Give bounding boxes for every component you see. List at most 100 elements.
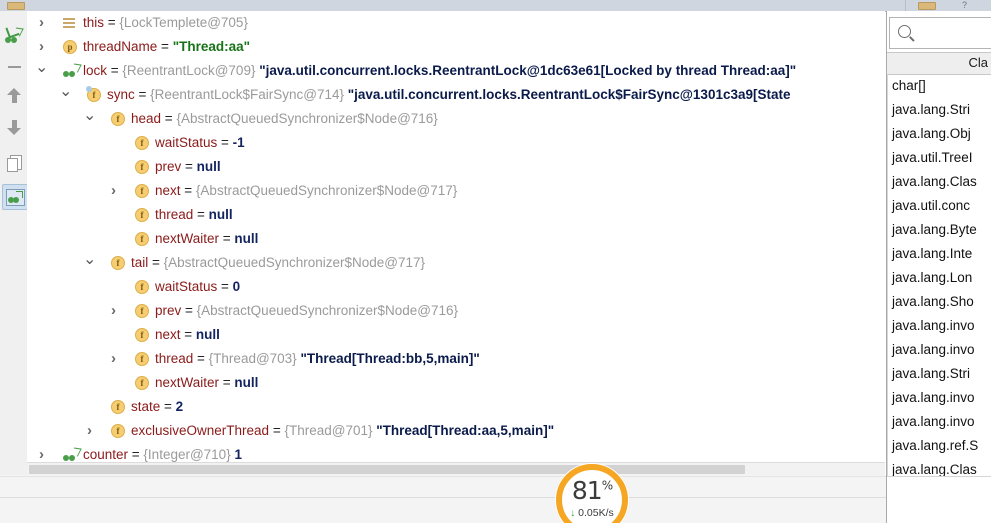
tree-row-text: waitStatus = 0	[155, 275, 240, 299]
class-list-panel: Cla char[] java.lang.Stri java.lang.Obj jav…	[886, 11, 991, 523]
equals-sign: =	[157, 39, 173, 54]
variable-ref: {ReentrantLock@709}	[122, 63, 256, 78]
chevron-right-icon[interactable]: ›	[35, 443, 48, 462]
field-icon: f	[135, 160, 149, 174]
tree-row[interactable]: › f prev = {AbstractQueuedSynchronizer$Nod…	[27, 299, 885, 323]
move-down-button[interactable]	[2, 115, 26, 139]
copy-button[interactable]	[2, 151, 26, 175]
tree-row[interactable]: ⌄ f head = {AbstractQueuedSynchronizer$Nod…	[27, 107, 885, 131]
panel-divider	[905, 0, 906, 11]
tree-row[interactable]: f thread = null	[27, 203, 885, 227]
field-icon: f	[111, 400, 125, 414]
variable-ref: {Thread@703}	[208, 351, 297, 366]
chevron-right-icon[interactable]: ›	[107, 179, 120, 203]
chevron-down-icon[interactable]: ⌄	[59, 83, 72, 107]
equals-sign: =	[219, 375, 235, 390]
variables-tree[interactable]: › this = {LockTemplete@705} › p threadName =…	[27, 11, 885, 462]
chevron-down-icon[interactable]: ⌄	[83, 107, 96, 131]
tree-scrollbar-thumb[interactable]	[29, 465, 745, 474]
tree-row[interactable]: › f thread = {Thread@703} "Thread[Thread:b…	[27, 347, 885, 371]
tree-row[interactable]: ⌄ f tail = {AbstractQueuedSynchronizer$Nod…	[27, 251, 885, 275]
equals-sign: =	[104, 15, 120, 30]
search-field[interactable]	[889, 17, 991, 49]
field-icon: f	[86, 86, 101, 102]
search-input[interactable]	[916, 23, 990, 40]
tree-row[interactable]: f waitStatus = 0	[27, 275, 885, 299]
bottom-filler	[0, 475, 991, 523]
remove-watch-button[interactable]	[2, 55, 26, 79]
tab-chip-right-icon	[918, 2, 936, 10]
tree-row[interactable]: f nextWaiter = null	[27, 371, 885, 395]
tree-row-text: nextWaiter = null	[155, 227, 258, 251]
tree-row[interactable]: › f next = {AbstractQueuedSynchronizer$Nod…	[27, 179, 885, 203]
chevron-down-icon[interactable]: ⌄	[35, 59, 48, 83]
class-list-item[interactable]: java.util.conc	[887, 194, 991, 218]
variable-value: "Thread:aa"	[172, 39, 251, 54]
class-list-item[interactable]: java.lang.invo	[887, 386, 991, 410]
tree-row[interactable]: f prev = null	[27, 155, 885, 179]
tree-row[interactable]: f waitStatus = -1	[27, 131, 885, 155]
tree-row[interactable]: ⌄ f sync = {ReentrantLock$FairSync@714} "j…	[27, 83, 885, 107]
tree-row-text: lock = {ReentrantLock@709} "java.util.co…	[83, 59, 796, 83]
variable-ref: {AbstractQueuedSynchronizer$Node@716}	[196, 303, 459, 318]
variable-name: nextWaiter	[155, 231, 220, 246]
equals-sign: =	[148, 255, 164, 270]
chevron-right-icon[interactable]: ›	[35, 35, 48, 59]
variable-name: thread	[155, 351, 194, 366]
cpu-percent-symbol: %	[601, 478, 613, 493]
variable-name: head	[131, 111, 162, 126]
tree-row[interactable]: f next = null	[27, 323, 885, 347]
class-list-item[interactable]: java.lang.ref.S	[887, 434, 991, 458]
variable-name: next	[155, 183, 181, 198]
copy-icon	[7, 155, 22, 172]
class-column-header[interactable]: Cla	[887, 52, 991, 75]
class-list-item[interactable]: java.lang.Stri	[887, 362, 991, 386]
tree-row[interactable]: › counter = {Integer@710} 1	[27, 443, 885, 462]
class-list-item[interactable]: java.util.TreeI	[887, 146, 991, 170]
class-list-item[interactable]: java.lang.Obj	[887, 122, 991, 146]
tree-row[interactable]: f nextWaiter = null	[27, 227, 885, 251]
field-icon: f	[135, 184, 149, 198]
tree-row-text: exclusiveOwnerThread = {Thread@701} "Thr…	[131, 419, 554, 443]
parameter-icon: p	[63, 40, 77, 54]
class-list-item[interactable]: java.lang.invo	[887, 410, 991, 434]
class-list-item[interactable]: java.lang.Byte	[887, 218, 991, 242]
chevron-right-icon[interactable]: ›	[83, 419, 96, 443]
tree-row[interactable]: f state = 2	[27, 395, 885, 419]
tree-row[interactable]: › p threadName = "Thread:aa"	[27, 35, 885, 59]
class-list-item[interactable]: java.lang.Sho	[887, 290, 991, 314]
tree-row[interactable]: › f exclusiveOwnerThread = {Thread@701} "T…	[27, 419, 885, 443]
class-list-item[interactable]: java.lang.Stri	[887, 98, 991, 122]
variable-value: -1	[232, 135, 245, 150]
variable-name: thread	[155, 207, 194, 222]
arrow-down-icon	[7, 119, 21, 135]
tree-row[interactable]: ⌄ lock = {ReentrantLock@709} "java.util.c…	[27, 59, 885, 83]
chevron-right-icon[interactable]: ›	[35, 11, 48, 35]
equals-sign: =	[134, 87, 151, 102]
add-watch-button[interactable]	[2, 19, 26, 43]
tree-row-text: prev = {AbstractQueuedSynchronizer$Node@…	[155, 299, 458, 323]
chevron-right-icon[interactable]: ›	[107, 299, 120, 323]
variable-value: 1	[234, 447, 242, 462]
evaluate-expression-button[interactable]	[2, 184, 28, 210]
help-question-mark-icon[interactable]: ?	[962, 0, 967, 10]
field-icon: f	[135, 232, 149, 246]
chevron-down-icon[interactable]: ⌄	[83, 251, 96, 275]
tree-row[interactable]: › this = {LockTemplete@705}	[27, 11, 885, 35]
equals-sign: =	[217, 135, 233, 150]
class-list-item[interactable]: java.lang.Clas	[887, 170, 991, 194]
tree-row-text: waitStatus = -1	[155, 131, 245, 155]
class-list-item[interactable]: char[]	[887, 74, 991, 98]
chevron-right-icon[interactable]: ›	[107, 347, 120, 371]
equals-sign: =	[193, 351, 209, 366]
class-list-item[interactable]: java.lang.Inte	[887, 242, 991, 266]
class-list[interactable]: char[] java.lang.Stri java.lang.Obj java.ut…	[887, 74, 991, 477]
class-column-header-label: Cla	[968, 55, 988, 70]
equals-sign: =	[193, 207, 209, 222]
class-list-item[interactable]: java.lang.invo	[887, 338, 991, 362]
class-list-item[interactable]: java.lang.invo	[887, 314, 991, 338]
move-up-button[interactable]	[2, 83, 26, 107]
class-list-footer	[887, 476, 991, 523]
class-list-item[interactable]: java.lang.Lon	[887, 266, 991, 290]
tree-row-text: thread = null	[155, 203, 233, 227]
